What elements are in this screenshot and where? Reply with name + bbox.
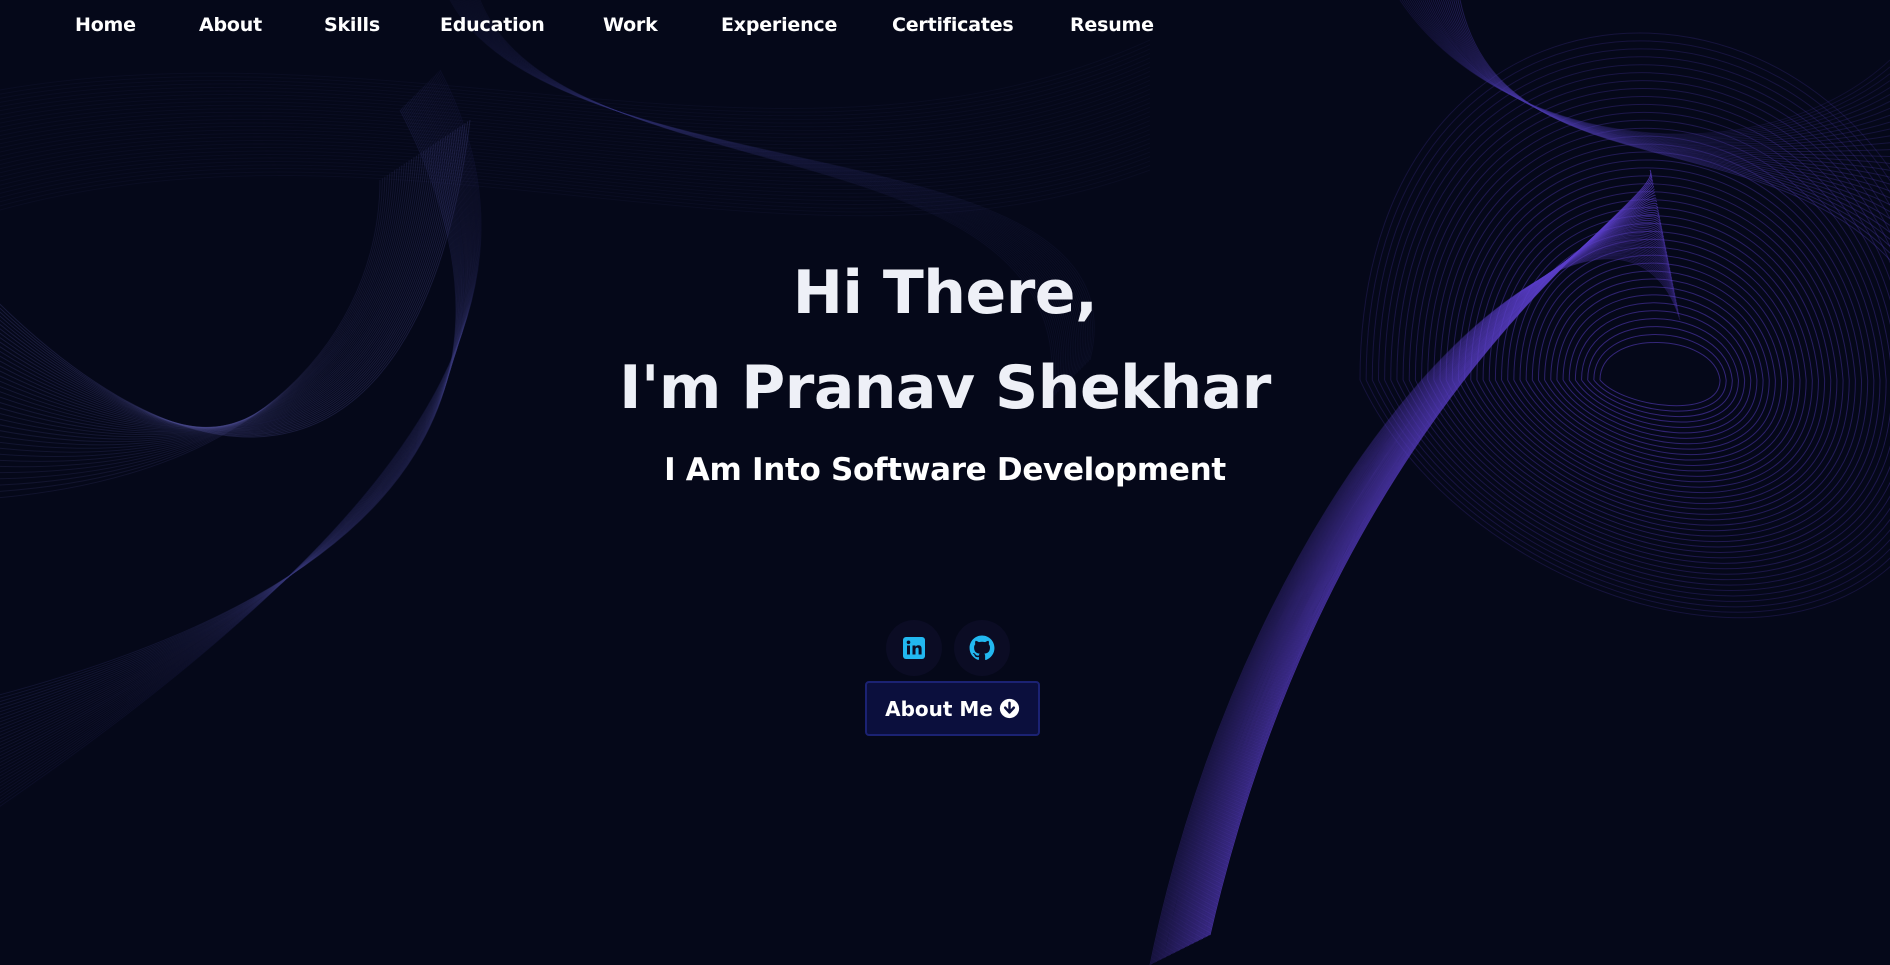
about-me-button[interactable]: About Me	[865, 681, 1040, 736]
nav-about-link[interactable]: About	[199, 14, 262, 36]
nav-resume-link[interactable]: Resume	[1070, 14, 1154, 36]
nav-certificates-link[interactable]: Certificates	[892, 14, 1014, 36]
nav-skills-link[interactable]: Skills	[324, 14, 380, 36]
nav-education-link[interactable]: Education	[440, 14, 545, 36]
circle-arrow-down-icon	[999, 698, 1019, 719]
about-me-label: About Me	[885, 696, 993, 721]
page: Home About Skills Education Work Experie…	[0, 0, 1890, 965]
hero-greeting: Hi There,	[792, 258, 1098, 328]
hero-name: I'm Pranav Shekhar	[619, 353, 1271, 423]
main-nav: Home About Skills Education Work Experie…	[0, 0, 1200, 58]
github-link[interactable]	[954, 620, 1010, 676]
github-icon	[969, 635, 995, 661]
nav-experience-link[interactable]: Experience	[721, 14, 837, 36]
left-wave-pattern	[0, 69, 482, 807]
linkedin-icon	[903, 637, 925, 659]
top-wave-pattern	[0, 0, 1151, 401]
nav-home-link[interactable]: Home	[75, 14, 136, 36]
nav-work-link[interactable]: Work	[603, 14, 658, 36]
hero-tagline: I Am Into Software Development	[664, 452, 1226, 488]
linkedin-link[interactable]	[886, 620, 942, 676]
